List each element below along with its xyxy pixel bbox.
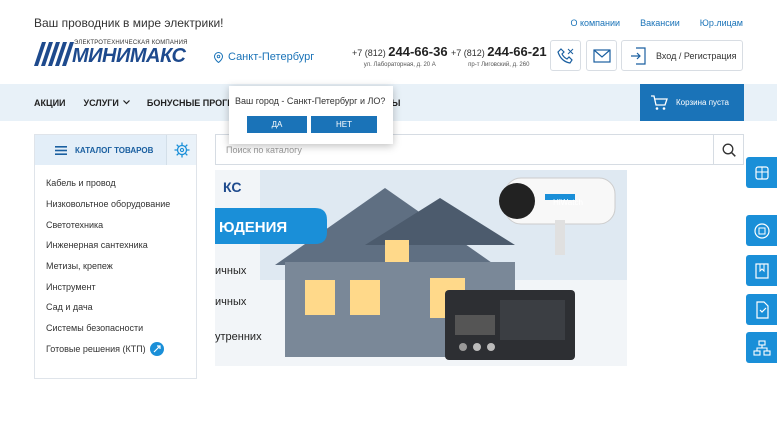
- city-confirm-question: Ваш город - Санкт-Петербург и ЛО?: [235, 96, 386, 106]
- banner-logo-fragment: КС: [223, 179, 241, 195]
- catalog-item-lighting[interactable]: Светотехника: [46, 214, 196, 235]
- nav-item-services-label: УСЛУГИ: [83, 97, 119, 108]
- top-links: О компании Вакансии Юр.лицам: [570, 18, 743, 28]
- login-button[interactable]: Вход / Регистрация: [621, 40, 743, 71]
- phone-1-number: 244-66-36: [388, 44, 448, 59]
- banner-line-1: ичных: [215, 265, 247, 277]
- side-tab-catalog[interactable]: [746, 255, 777, 286]
- phone-callback-icon: [556, 47, 573, 64]
- carousel-dot-3: [487, 343, 495, 351]
- link-badge-icon: [149, 341, 164, 356]
- cart-icon: [651, 94, 668, 110]
- top-link-legal[interactable]: Юр.лицам: [700, 18, 743, 28]
- side-tab-return[interactable]: [746, 215, 777, 246]
- side-tab-network[interactable]: [746, 332, 777, 363]
- truck-icon: [754, 165, 769, 180]
- phone-2-number: 244-66-21: [487, 44, 547, 59]
- gear-icon: [174, 142, 189, 158]
- phone-1-address: ул. Лабораторная, д. 20 А: [363, 62, 436, 68]
- nav-item-promotions[interactable]: АКЦИИ: [34, 98, 66, 108]
- side-tab-documents[interactable]: [746, 294, 777, 325]
- login-label: Вход / Регистрация: [656, 50, 737, 61]
- phone-block-1: +7 (812) 244-66-36 ул. Лабораторная, д. …: [352, 44, 448, 68]
- banner-illustration: КС ЮДЕНИЯ ичных ичных утренних HiWatch: [215, 170, 627, 366]
- email-button[interactable]: [586, 40, 617, 71]
- phone-2-prefix: +7 (812): [451, 48, 488, 58]
- catalog-item-low-voltage[interactable]: Низковольтное оборудование: [46, 194, 196, 215]
- search-icon: [722, 143, 736, 157]
- catalog-list: Кабель и провод Низковольтное оборудован…: [35, 165, 196, 359]
- banner-line-2: ичных: [215, 296, 247, 308]
- catalog-item-label: Светотехника: [46, 219, 104, 230]
- location-pin-icon: [214, 51, 223, 63]
- hamburger-icon: [55, 145, 67, 155]
- city-confirm-popup: Ваш город - Санкт-Петербург и ЛО? ДА НЕТ: [229, 86, 393, 144]
- catalog-item-label: Низковольтное оборудование: [46, 199, 171, 210]
- catalog-item-label: Инженерная сантехника: [46, 240, 148, 251]
- chevron-down-icon: [122, 100, 130, 105]
- city-confirm-yes-button[interactable]: ДА: [247, 116, 307, 133]
- banner-heading: ЮДЕНИЯ: [219, 219, 287, 236]
- catalog-item-security[interactable]: Системы безопасности: [46, 318, 196, 339]
- box-return-icon: [753, 222, 770, 239]
- catalog-item-label: Кабель и провод: [46, 178, 116, 189]
- catalog-sidebar: КАТАЛОГ ТОВАРОВ Кабель и провод Низковол…: [34, 134, 197, 379]
- logo-text: МИНИМАКС: [72, 45, 186, 67]
- top-link-vacancies[interactable]: Вакансии: [640, 18, 680, 28]
- catalog-item-label: Готовые решения (КТП): [46, 343, 146, 354]
- logo-mark-icon: [34, 42, 74, 66]
- catalog-item-cable[interactable]: Кабель и провод: [46, 173, 196, 194]
- carousel-dot-2: [473, 343, 481, 351]
- catalog-item-label: Системы безопасности: [46, 323, 144, 334]
- carousel-dot-1: [459, 343, 467, 351]
- tagline: Ваш проводник в мире электрики!: [34, 16, 224, 30]
- login-icon: [631, 46, 646, 65]
- logo[interactable]: ЭЛЕКТРОТЕХНИЧЕСКАЯ КОМПАНИЯ МИНИМАКС: [34, 40, 194, 68]
- envelope-icon: [592, 48, 611, 63]
- phone-2[interactable]: +7 (812) 244-66-21: [451, 44, 547, 59]
- phone-1-prefix: +7 (812): [352, 48, 389, 58]
- catalog-item-garden[interactable]: Сад и дача: [46, 297, 196, 318]
- cart-button[interactable]: Корзина пуста: [640, 84, 744, 121]
- catalog-header[interactable]: КАТАЛОГ ТОВАРОВ: [35, 135, 196, 165]
- phone-2-address: пр-т Лиговский, д. 260: [468, 62, 530, 68]
- promo-banner[interactable]: КС ЮДЕНИЯ ичных ичных утренних HiWatch: [215, 170, 627, 366]
- catalog-item-ready-solutions[interactable]: Готовые решения (КТП): [46, 339, 196, 360]
- catalog-item-tools[interactable]: Инструмент: [46, 276, 196, 297]
- catalog-item-label: Сад и дача: [46, 302, 93, 313]
- side-tab-delivery[interactable]: [746, 157, 777, 188]
- book-icon: [754, 262, 769, 279]
- catalog-item-label: Инструмент: [46, 281, 96, 292]
- catalog-item-fasteners[interactable]: Метизы, крепеж: [46, 256, 196, 277]
- banner-line-3: утренних: [215, 331, 262, 343]
- document-icon: [755, 300, 769, 319]
- search-button[interactable]: [713, 135, 743, 164]
- phone-block-2: +7 (812) 244-66-21 пр-т Лиговский, д. 26…: [451, 44, 547, 68]
- nav-item-services[interactable]: УСЛУГИ: [84, 98, 130, 108]
- phone-1[interactable]: +7 (812) 244-66-36: [352, 44, 448, 59]
- cart-label: Корзина пуста: [676, 98, 729, 107]
- city-confirm-no-button[interactable]: НЕТ: [311, 116, 377, 133]
- catalog-item-label: Метизы, крепеж: [46, 261, 113, 272]
- catalog-item-plumbing[interactable]: Инженерная сантехника: [46, 235, 196, 256]
- city-selector[interactable]: Санкт-Петербург: [214, 51, 314, 63]
- network-icon: [752, 339, 771, 356]
- catalog-settings-button[interactable]: [166, 135, 196, 165]
- camera-brand: HiWatch: [553, 198, 583, 207]
- catalog-title: КАТАЛОГ ТОВАРОВ: [75, 145, 154, 155]
- top-link-about[interactable]: О компании: [570, 18, 620, 28]
- callback-button[interactable]: [550, 40, 581, 71]
- city-label: Санкт-Петербург: [228, 51, 315, 63]
